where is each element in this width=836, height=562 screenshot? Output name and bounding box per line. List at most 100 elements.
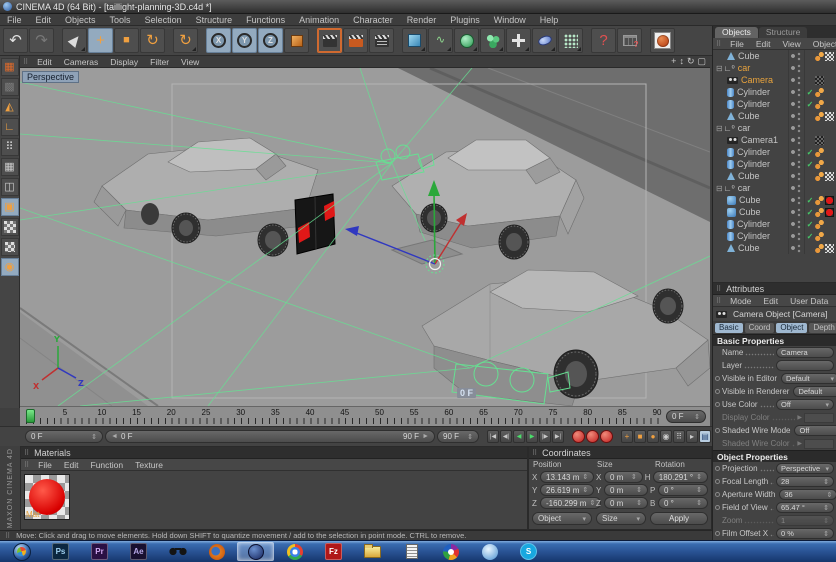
visibility-dots[interactable]	[788, 110, 804, 122]
object-axis-mode-icon[interactable]: ◉	[1, 258, 19, 276]
openoffice[interactable]	[471, 542, 508, 561]
tree-item-cylinder[interactable]: Cylinder✓	[713, 230, 836, 242]
size-y-field[interactable]: 0 m⇕	[604, 484, 648, 496]
anim-dot-icon[interactable]	[715, 505, 720, 510]
anim-dot-icon[interactable]	[715, 492, 720, 497]
tab-objects[interactable]: Objects	[715, 27, 758, 38]
timeline-ruler[interactable]: 051015202530354045505560657075808590 0 F…	[20, 406, 710, 426]
value-field-of-view[interactable]: 65.47 °⇕	[776, 502, 834, 513]
visibility-dots[interactable]	[788, 134, 804, 146]
tree-item-cylinder[interactable]: Cylinder✓	[713, 86, 836, 98]
composition-tag-icon[interactable]	[815, 76, 824, 85]
add-modeling-object-icon[interactable]	[480, 28, 505, 53]
move-tool-icon[interactable]: +	[88, 28, 113, 53]
add-cube-primitive-icon[interactable]	[402, 28, 427, 53]
menu-functions[interactable]: Functions	[239, 15, 292, 25]
tree-item-cylinder[interactable]: Cylinder✓	[713, 158, 836, 170]
anim-dot-icon[interactable]	[715, 376, 720, 381]
chrome[interactable]	[276, 542, 313, 561]
tree-item-cylinder[interactable]: Cylinder✓	[713, 218, 836, 230]
value-display-color[interactable]	[804, 413, 834, 423]
texture-tag-icon[interactable]	[825, 244, 834, 253]
composition-tag-icon[interactable]	[815, 136, 824, 145]
live-selection-icon[interactable]	[62, 28, 87, 53]
rotation-b-field[interactable]: 0 °⇕	[658, 497, 708, 509]
menu-animation[interactable]: Animation	[292, 15, 346, 25]
play-forward-button[interactable]: ▶	[526, 430, 538, 443]
apply-button[interactable]: Apply	[650, 512, 708, 525]
skype[interactable]: S	[510, 542, 547, 561]
expand-arrow-icon[interactable]: ▶	[797, 414, 802, 421]
pan-view-icon[interactable]: +	[671, 57, 676, 66]
zoom-view-icon[interactable]: ↕	[679, 57, 684, 66]
viewport-canvas[interactable]: Y X Z Perspective 0 F	[20, 68, 710, 406]
tree-item-cube[interactable]: Cube	[713, 242, 836, 254]
menu-objects[interactable]: Objects	[58, 15, 103, 25]
expander-icon[interactable]: ⊟	[716, 184, 723, 193]
model-mode-icon[interactable]: ◭	[1, 98, 19, 116]
key-rotation-button[interactable]: ●	[647, 430, 659, 443]
attr-tab-depth[interactable]: Depth	[809, 323, 836, 333]
phong-tag-icon[interactable]	[815, 220, 824, 229]
lock-x-axis-icon[interactable]: X	[206, 28, 231, 53]
online-updater-icon[interactable]	[650, 28, 675, 53]
position-y-field[interactable]: 26.619 m⇕	[540, 484, 594, 496]
add-scene-object-icon[interactable]	[532, 28, 557, 53]
tree-item-cube[interactable]: Cube	[713, 170, 836, 182]
value-projection[interactable]: Perspective▾	[776, 463, 834, 474]
record-rotation-button[interactable]	[600, 430, 613, 443]
phong-tag-icon[interactable]	[815, 232, 824, 241]
key-pla-button[interactable]: ⠿	[673, 430, 685, 443]
render-active-view-icon[interactable]	[317, 28, 342, 53]
firefox[interactable]	[198, 542, 235, 561]
section-header-object-properties[interactable]: Object Properties	[713, 450, 836, 462]
rotate-view-icon[interactable]: ↻	[687, 57, 695, 66]
menu-plugins[interactable]: Plugins	[443, 15, 487, 25]
texture-tag-icon[interactable]	[825, 112, 834, 121]
material-tag-icon[interactable]	[825, 208, 834, 217]
after-effects[interactable]: Ae	[120, 542, 157, 561]
viewport-label[interactable]: Perspective	[22, 71, 79, 83]
content-browser-icon[interactable]	[617, 28, 642, 53]
ruler-frame-field[interactable]: 0 F ⇕	[666, 410, 706, 423]
phong-tag-icon[interactable]	[815, 172, 824, 181]
play-backward-button[interactable]: ◀	[513, 430, 525, 443]
objects-menu-file[interactable]: File	[724, 39, 750, 49]
anim-dot-icon[interactable]	[715, 402, 720, 407]
taillight-panel[interactable]	[295, 194, 335, 254]
object-mode-icon[interactable]: ▣	[1, 198, 19, 216]
redo-icon[interactable]: ↷	[29, 28, 54, 53]
panel-grip-icon[interactable]: ⠿	[713, 285, 724, 293]
visibility-dots[interactable]	[788, 170, 804, 182]
picasa[interactable]	[432, 542, 469, 561]
previous-frame-button[interactable]: ◀|	[500, 430, 512, 443]
anim-dot-icon[interactable]	[715, 479, 720, 484]
grip-icon[interactable]: ⠿	[713, 40, 724, 48]
tree-item-car[interactable]: ⊟∟⁰car	[713, 182, 836, 194]
phong-tag-icon[interactable]	[815, 148, 824, 157]
menu-selection[interactable]: Selection	[138, 15, 189, 25]
texture-tag-icon[interactable]	[825, 172, 834, 181]
position-x-field[interactable]: 13.143 m⇕	[540, 471, 594, 483]
phong-tag-icon[interactable]	[815, 244, 824, 253]
attr-tab-basic[interactable]: Basic	[715, 323, 743, 333]
tree-item-cylinder[interactable]: Cylinder✓	[713, 98, 836, 110]
goto-start-button[interactable]: |◀	[487, 430, 499, 443]
context-help-icon[interactable]: ?	[591, 28, 616, 53]
objects-menu-edit[interactable]: Edit	[750, 39, 777, 49]
menu-edit[interactable]: Edit	[29, 15, 59, 25]
material-tag-icon[interactable]	[825, 196, 834, 205]
next-frame-button[interactable]: |▶	[539, 430, 551, 443]
value-visible-in-editor[interactable]: Default▾	[781, 373, 836, 384]
render-settings-icon[interactable]	[369, 28, 394, 53]
viewport-menu-cameras[interactable]: Cameras	[58, 57, 104, 67]
visibility-dots[interactable]	[788, 62, 804, 74]
notepad[interactable]	[393, 542, 430, 561]
value-aperture-width[interactable]: 36⇕	[779, 489, 836, 500]
tree-item-cube[interactable]: Cube	[713, 50, 836, 62]
phong-tag-icon[interactable]	[815, 88, 824, 97]
texture-axis-icon[interactable]	[1, 238, 19, 256]
filezilla[interactable]: Fz	[315, 542, 352, 561]
menu-file[interactable]: File	[0, 15, 29, 25]
material-swatch-mat[interactable]: Mat	[24, 474, 70, 520]
